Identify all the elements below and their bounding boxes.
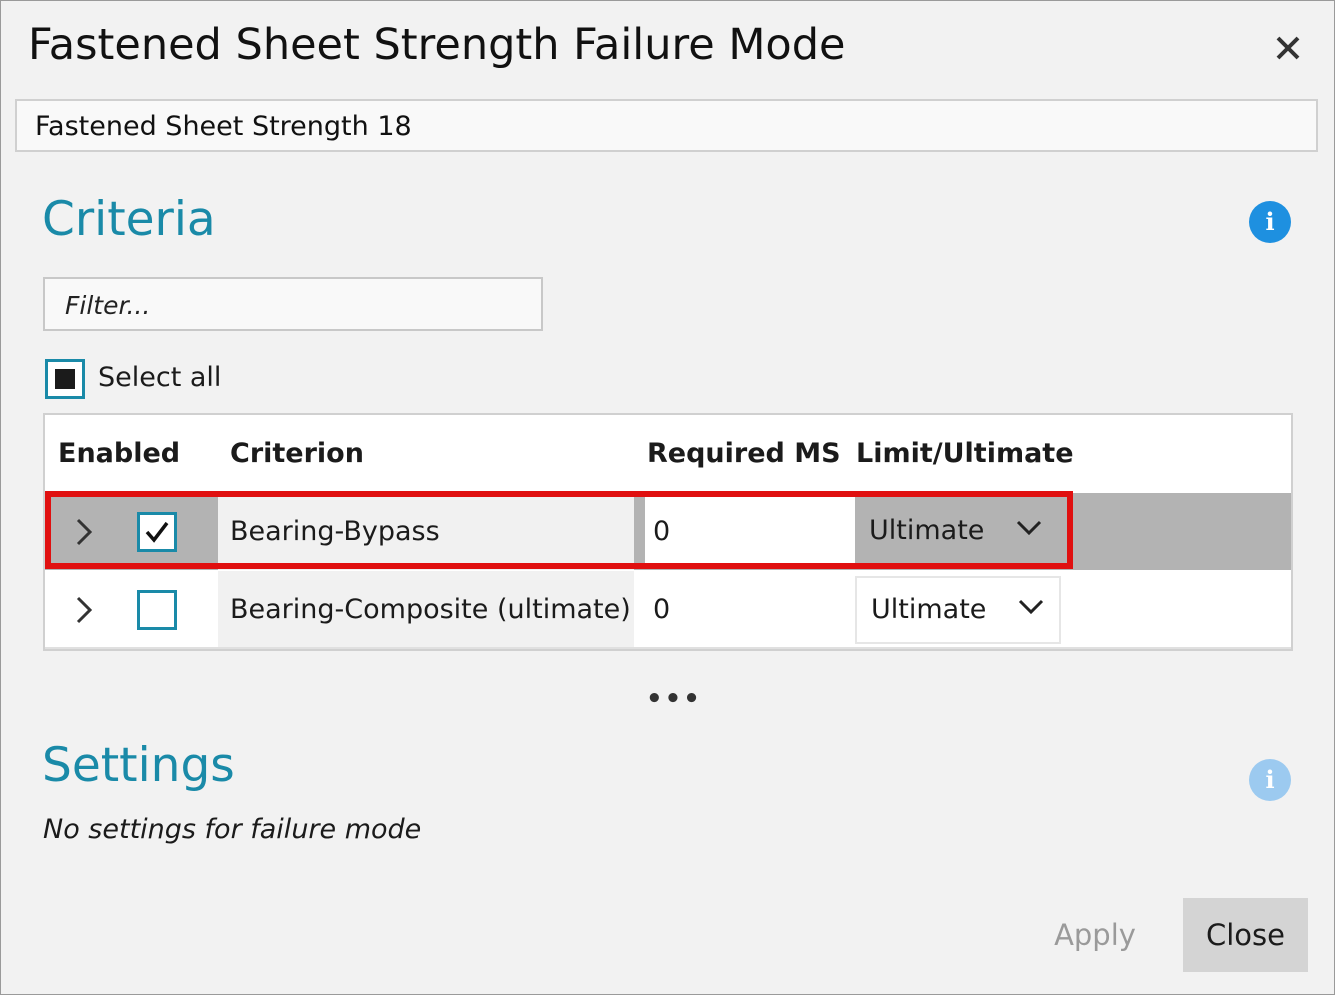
chevron-right-icon[interactable]: [72, 595, 96, 625]
filter-input[interactable]: Filter...: [43, 277, 543, 331]
dialog-title: Fastened Sheet Strength Failure Mode: [28, 20, 846, 70]
criterion-name: Bearing-Bypass: [230, 516, 440, 547]
checkmark-icon: [145, 521, 169, 543]
close-button[interactable]: Close: [1183, 898, 1308, 972]
limit-ultimate-dropdown[interactable]: Ultimate: [855, 576, 1061, 644]
select-all-checkbox[interactable]: [45, 359, 85, 399]
limit-ultimate-dropdown[interactable]: Ultimate: [855, 499, 1061, 567]
row-enabled-checkbox[interactable]: [137, 512, 177, 552]
column-header-required-ms[interactable]: Required MS: [647, 438, 841, 469]
settings-heading: Settings: [42, 738, 235, 793]
settings-note: No settings for failure mode: [43, 814, 422, 845]
column-header-limit-ultimate[interactable]: Limit/Ultimate: [856, 438, 1074, 469]
apply-button[interactable]: Apply: [1040, 898, 1150, 972]
row-divider: [45, 647, 1291, 649]
required-ms-cell[interactable]: [645, 497, 855, 567]
criterion-name: Bearing-Composite (ultimate): [230, 594, 631, 625]
select-all-label: Select all: [98, 362, 222, 393]
chevron-down-icon: [1016, 520, 1042, 536]
row-enabled-checkbox[interactable]: [137, 590, 177, 630]
chevron-right-icon[interactable]: [72, 517, 96, 547]
failure-mode-name-field[interactable]: Fastened Sheet Strength 18: [15, 99, 1318, 152]
column-header-criterion[interactable]: Criterion: [230, 438, 364, 469]
more-indicator[interactable]: •••: [646, 684, 702, 714]
indeterminate-mark: [55, 369, 75, 389]
chevron-down-icon: [1018, 599, 1044, 615]
required-ms-value[interactable]: 0: [653, 594, 670, 625]
dropdown-value: Ultimate: [869, 515, 985, 546]
column-header-enabled[interactable]: Enabled: [58, 438, 180, 469]
close-icon[interactable]: [1268, 28, 1308, 68]
settings-info-icon: i: [1249, 759, 1291, 801]
required-ms-value[interactable]: 0: [653, 516, 670, 547]
criteria-info-icon[interactable]: i: [1249, 201, 1291, 243]
dropdown-value: Ultimate: [871, 594, 987, 625]
criteria-heading: Criteria: [42, 192, 216, 247]
